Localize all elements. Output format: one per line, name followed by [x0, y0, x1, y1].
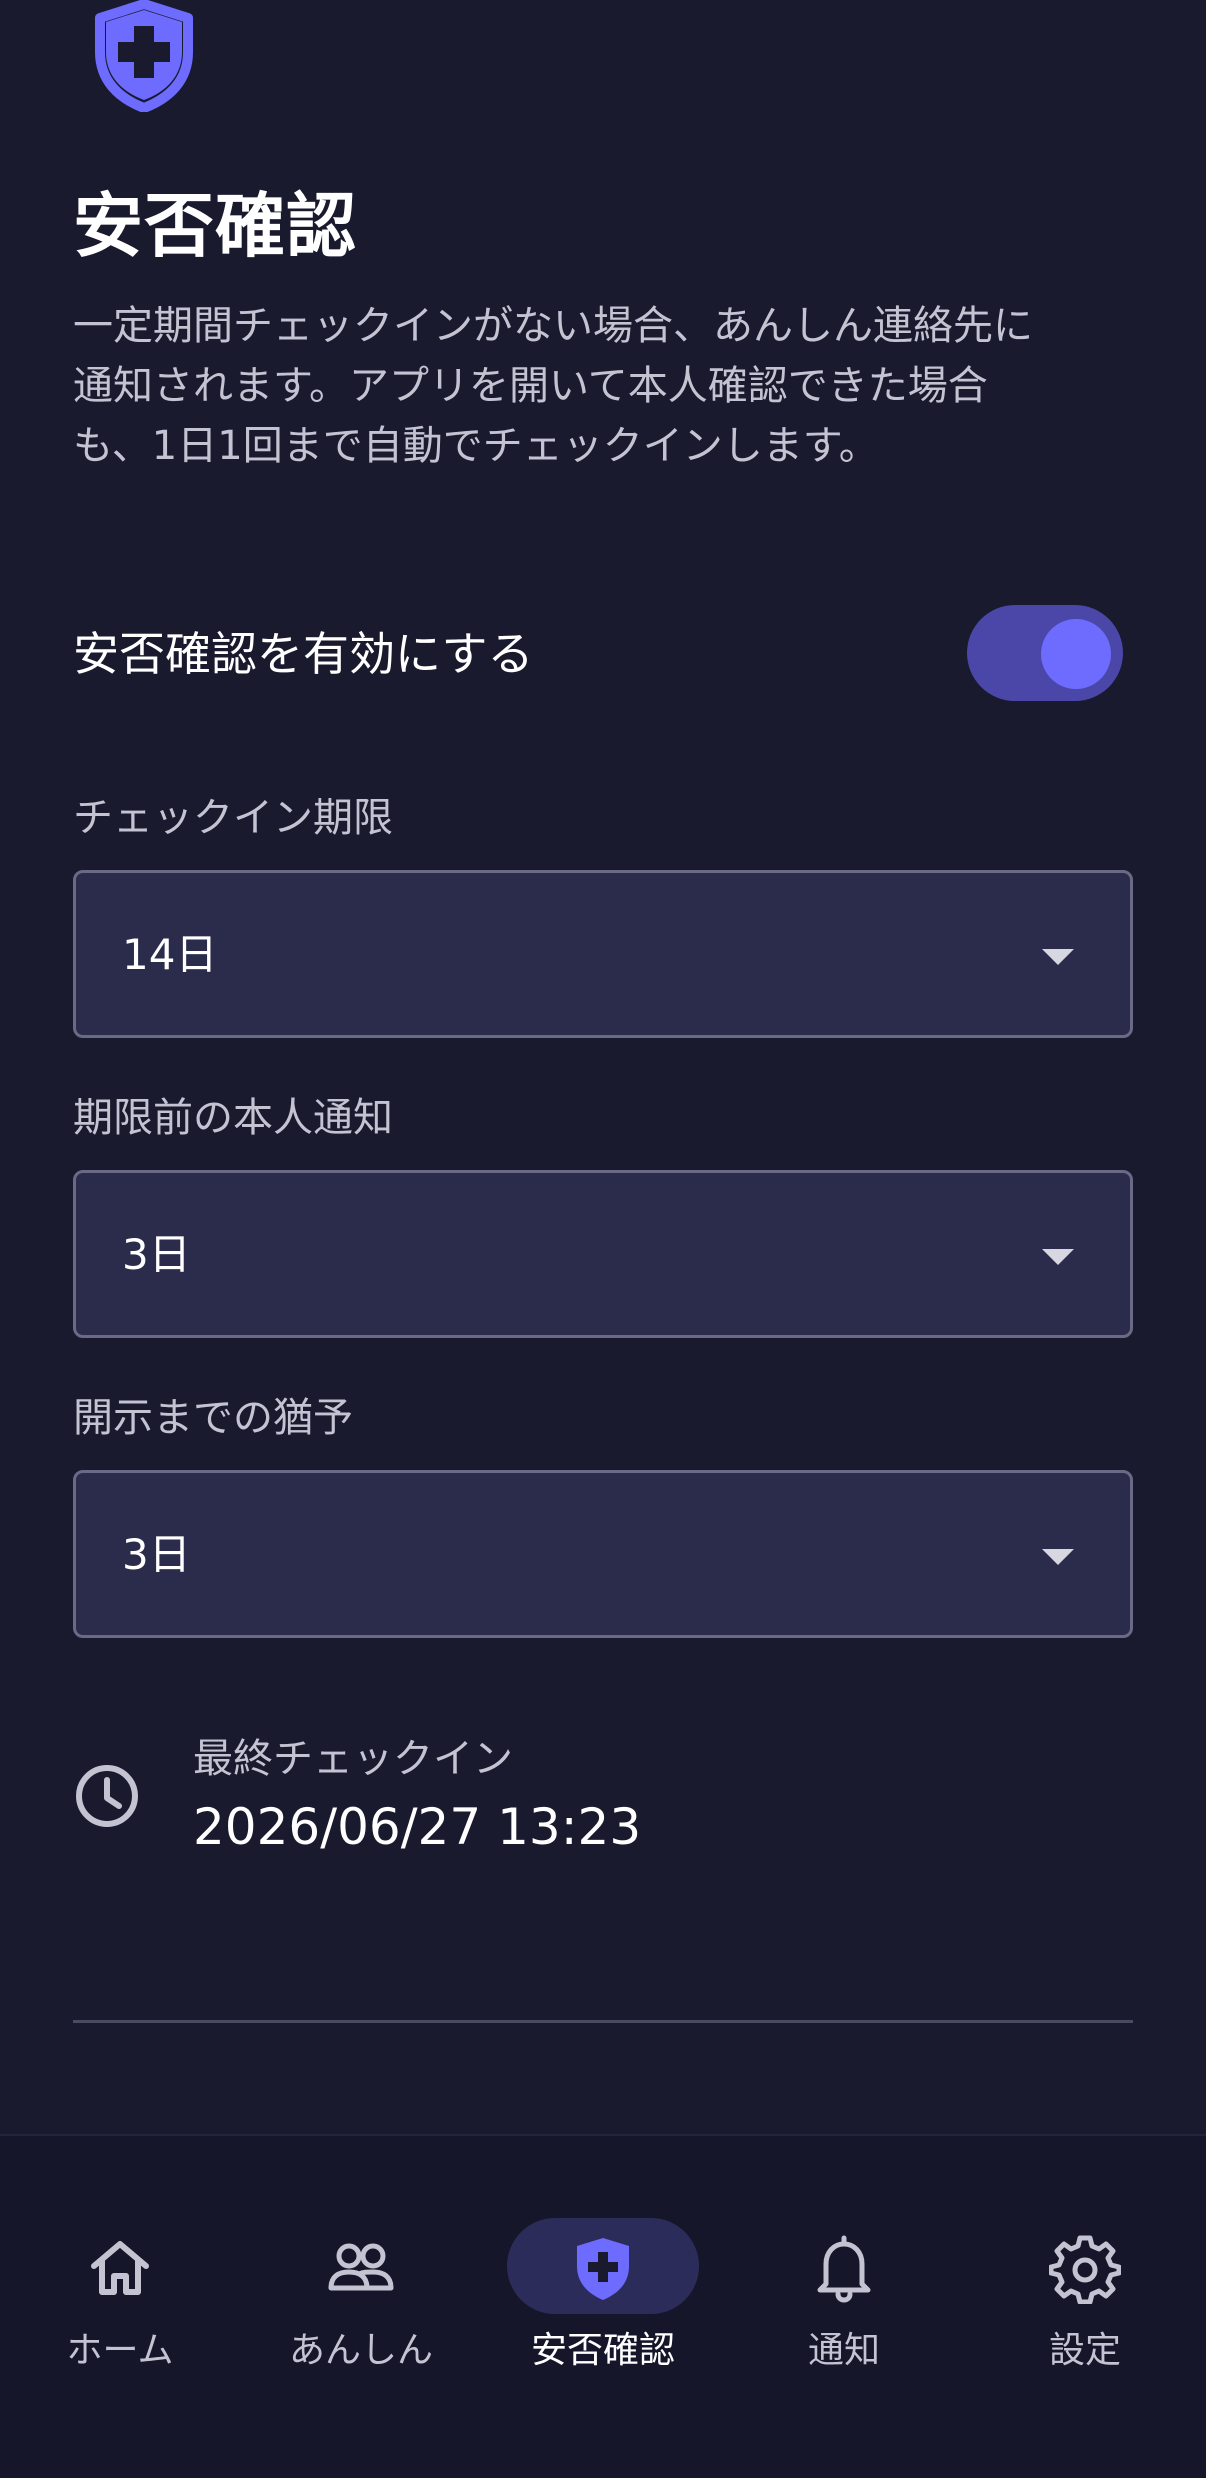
- clock-icon: [76, 1765, 138, 1827]
- disclosure-grace-value: 3日: [122, 1530, 191, 1579]
- last-checkin: 最終チェックイン 2026/06/27 13:23: [73, 1730, 1133, 1870]
- nav-label-anshin: あんしん: [288, 2330, 433, 2371]
- pre-deadline-notice-select[interactable]: 3日: [73, 1170, 1133, 1338]
- dropdown-arrow-icon: [1042, 1249, 1074, 1265]
- bell-icon: [817, 2235, 871, 2303]
- checkin-deadline-value: 14日: [122, 930, 218, 979]
- nav-label-home: ホーム: [66, 2330, 174, 2371]
- home-icon: [91, 2241, 149, 2295]
- shield-plus-icon: [577, 2238, 629, 2300]
- people-icon: [328, 2243, 394, 2291]
- dropdown-arrow-icon: [1042, 1549, 1074, 1565]
- last-checkin-timestamp: 2026/06/27 13:23: [193, 1798, 642, 1856]
- shield-plus-icon: [95, 0, 193, 112]
- nav-item-anshin[interactable]: あんしん: [241, 2176, 481, 2376]
- checkin-deadline-label: チェックイン期限: [73, 795, 393, 841]
- enable-safety-check-row[interactable]: 安否確認を有効にする: [73, 600, 1123, 710]
- bottom-navigation: ホーム あんしん 安否確認 通知 設定: [0, 2134, 1206, 2478]
- nav-item-settings[interactable]: 設定: [965, 2176, 1205, 2376]
- dropdown-arrow-icon: [1042, 949, 1074, 965]
- safety-check-screen: 安否確認 一定期間チェックインがない場合、あんしん連絡先に 通知されます。アプリ…: [0, 0, 1206, 2478]
- pre-deadline-notice-label: 期限前の本人通知: [73, 1095, 393, 1141]
- last-checkin-label: 最終チェックイン: [193, 1736, 513, 1782]
- gear-icon: [1049, 2235, 1121, 2304]
- nav-label-settings: 設定: [1048, 2330, 1121, 2371]
- divider: [73, 2020, 1133, 2023]
- page-description: 一定期間チェックインがない場合、あんしん連絡先に 通知されます。アプリを開いて本…: [73, 303, 1033, 469]
- pre-deadline-notice-value: 3日: [122, 1230, 191, 1279]
- nav-item-safety-check[interactable]: 安否確認: [483, 2176, 723, 2376]
- page-title: 安否確認: [73, 185, 357, 267]
- disclosure-grace-select[interactable]: 3日: [73, 1470, 1133, 1638]
- nav-item-home[interactable]: ホーム: [0, 2176, 240, 2376]
- disclosure-grace-label: 開示までの猶予: [73, 1395, 353, 1441]
- nav-label-safety-check: 安否確認: [530, 2330, 675, 2371]
- enable-safety-check-label: 安否確認を有効にする: [73, 627, 534, 681]
- nav-item-notifications[interactable]: 通知: [724, 2176, 964, 2376]
- toggle-knob: [1041, 619, 1111, 689]
- enable-safety-check-toggle[interactable]: [967, 605, 1123, 701]
- checkin-deadline-select[interactable]: 14日: [73, 870, 1133, 1038]
- nav-label-notifications: 通知: [807, 2330, 880, 2371]
